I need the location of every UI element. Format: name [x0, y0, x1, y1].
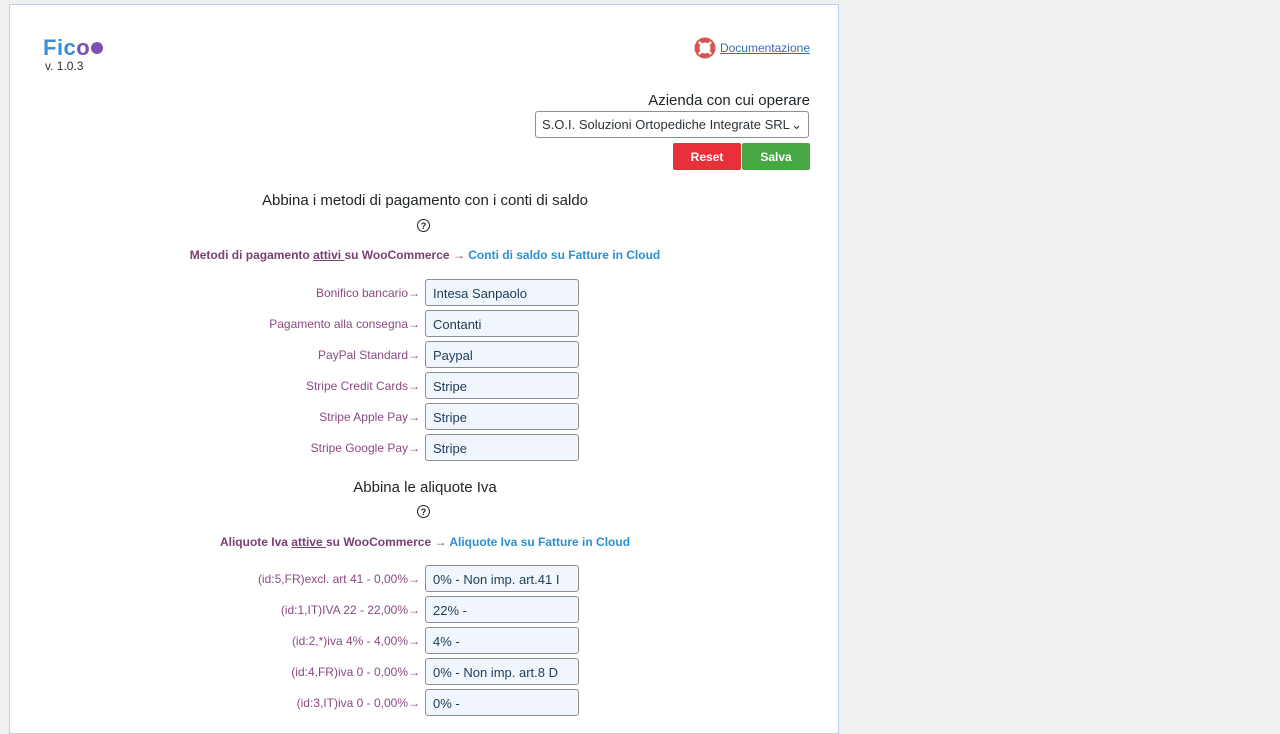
save-button[interactable]: Salva	[742, 143, 810, 170]
sub-underlined: attivi	[313, 248, 345, 262]
chevron-down-icon: ⌄	[791, 116, 802, 132]
vat-mapping-row: (id:4,FR)iva 0 - 0,00%→ 0% - Non imp. art…	[10, 658, 840, 685]
logo-dot	[91, 42, 104, 54]
sub-target: Conti di saldo su Fatture in Cloud	[468, 248, 661, 262]
mapping-input[interactable]: Stripe	[425, 403, 579, 430]
logo-text: Fic	[43, 35, 77, 60]
payments-title: Abbina i metodi di pagamento con i conti…	[261, 192, 589, 209]
documentation-link-group[interactable]: Documentazione	[694, 37, 810, 59]
mapping-input[interactable]: Contanti	[425, 310, 579, 337]
payments-mapping-row: Stripe Google Pay→ Stripe	[10, 434, 840, 461]
mapping-input[interactable]: 0% - Non imp. art.41 I	[425, 565, 579, 592]
sub-pre: Metodi di pagamento	[189, 248, 314, 262]
mapping-input[interactable]: 0% -	[425, 689, 579, 716]
payments-mapping-row: Stripe Apple Pay→ Stripe	[10, 403, 840, 430]
mapping-label: (id:4,FR)iva 0 - 0,00%→	[291, 665, 420, 679]
company-select-value: S.O.I. Soluzioni Ortopediche Integrate S…	[542, 117, 790, 132]
mapping-input[interactable]: Stripe	[425, 434, 579, 461]
sub-underlined: attive	[291, 535, 326, 549]
settings-panel: Fico v. 1.0.3 Documentazione Azienda con…	[9, 4, 839, 734]
mapping-input[interactable]: Intesa Sanpaolo	[425, 279, 579, 306]
mapping-label: Stripe Google Pay→	[310, 441, 420, 455]
vat-mapping-row: (id:2,*)iva 4% - 4,00%→ 4% -	[10, 627, 840, 654]
sub-post: su WooCommerce →	[344, 248, 469, 262]
logo: Fico	[43, 35, 104, 61]
mapping-label: Bonifico bancario→	[315, 286, 420, 300]
mapping-label: (id:2,*)iva 4% - 4,00%→	[291, 634, 420, 648]
version-label: v. 1.0.3	[45, 59, 84, 73]
payments-mapping-row: Pagamento alla consegna→ Contanti	[10, 310, 840, 337]
payments-subtitle: Metodi di pagamento attivi su WooCommerc…	[10, 248, 840, 262]
help-icon[interactable]: ?	[417, 505, 430, 518]
vat-mapping-row: (id:5,FR)excl. art 41 - 0,00%→ 0% - Non i…	[10, 565, 840, 592]
vat-subtitle: Aliquote Iva attive su WooCommerce → Ali…	[10, 535, 840, 549]
mapping-label: Stripe Credit Cards→	[305, 379, 420, 393]
payments-mapping-row: Bonifico bancario→ Intesa Sanpaolo	[10, 279, 840, 306]
sub-pre: Aliquote Iva	[219, 535, 292, 549]
reset-button[interactable]: Reset	[673, 143, 741, 170]
sub-post: su WooCommerce →	[325, 535, 450, 549]
mapping-input[interactable]: Paypal	[425, 341, 579, 368]
mapping-input[interactable]: 22% -	[425, 596, 579, 623]
mapping-label: Pagamento alla consegna→	[269, 317, 420, 331]
logo-o: o	[76, 35, 91, 60]
payments-mapping-row: PayPal Standard→ Paypal	[10, 341, 840, 368]
mapping-label: (id:1,IT)IVA 22 - 22,00%→	[280, 603, 420, 617]
company-select[interactable]: S.O.I. Soluzioni Ortopediche Integrate S…	[535, 111, 809, 138]
sub-target: Aliquote Iva su Fatture in Cloud	[449, 535, 631, 549]
vat-title: Abbina le aliquote Iva	[353, 479, 497, 496]
mapping-input[interactable]: Stripe	[425, 372, 579, 399]
mapping-label: (id:5,FR)excl. art 41 - 0,00%→	[257, 572, 420, 586]
vat-mapping-row: (id:1,IT)IVA 22 - 22,00%→ 22% -	[10, 596, 840, 623]
mapping-input[interactable]: 4% -	[425, 627, 579, 654]
mapping-input[interactable]: 0% - Non imp. art.8 D	[425, 658, 579, 685]
vat-mapping-row: (id:3,IT)iva 0 - 0,00%→ 0% -	[10, 689, 840, 716]
payments-mapping-row: Stripe Credit Cards→ Stripe	[10, 372, 840, 399]
mapping-label: Stripe Apple Pay→	[319, 410, 420, 424]
help-icon[interactable]: ?	[417, 219, 430, 232]
documentation-link[interactable]: Documentazione	[720, 41, 810, 55]
mapping-label: (id:3,IT)iva 0 - 0,00%→	[296, 696, 420, 710]
mapping-label: PayPal Standard→	[317, 348, 420, 362]
lifebuoy-icon	[694, 37, 716, 59]
company-label: Azienda con cui operare	[648, 92, 810, 109]
